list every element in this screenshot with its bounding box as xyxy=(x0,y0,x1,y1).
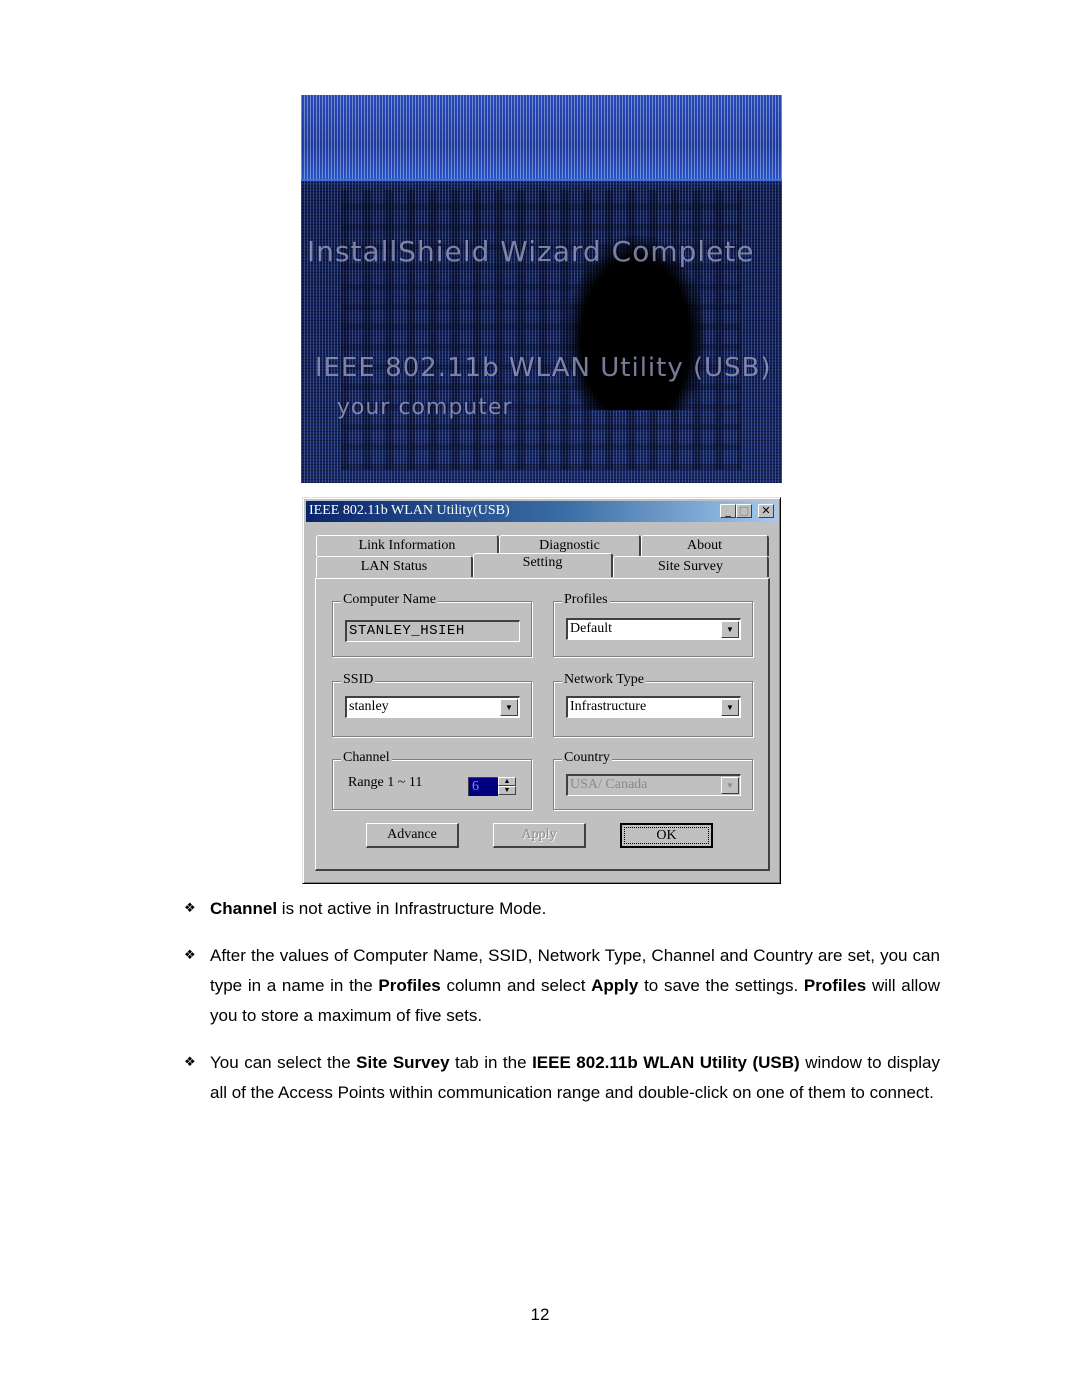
channel-spinner[interactable]: ▲ ▼ xyxy=(498,777,516,796)
diamond-bullet-icon: ❖ xyxy=(184,948,196,963)
chevron-down-icon[interactable]: ▼ xyxy=(721,621,739,638)
window-title: IEEE 802.11b WLAN Utility(USB) xyxy=(309,503,510,518)
channel-group: Channel Range 1 ~ 11 6 ▲ ▼ xyxy=(332,750,532,810)
bullet-profiles-note: ❖ After the values of Computer Name, SSI… xyxy=(184,941,940,1031)
installer-screenshot-image: InstallShield Wizard Complete IEEE 802.1… xyxy=(301,95,782,483)
spin-down-icon[interactable]: ▼ xyxy=(498,786,516,795)
diamond-bullet-icon: ❖ xyxy=(184,1055,196,1070)
bullet-text: to save the settings. xyxy=(638,976,804,995)
network-type-combobox[interactable]: Infrastructure ▼ xyxy=(566,696,741,718)
ok-button[interactable]: OK xyxy=(620,823,713,848)
bold-term: Channel xyxy=(210,899,278,918)
tab-site-survey[interactable]: Site Survey xyxy=(613,556,769,577)
maximize-button[interactable]: □ xyxy=(736,504,752,518)
chevron-down-icon[interactable]: ▼ xyxy=(721,699,739,716)
chevron-down-icon[interactable]: ▼ xyxy=(500,699,518,716)
channel-range-label: Range 1 ~ 11 xyxy=(348,775,423,790)
screenshot-ghost-line: your computer xyxy=(337,395,513,420)
bullet-text: You can select the xyxy=(210,1053,357,1072)
tab-about[interactable]: About xyxy=(641,535,769,556)
country-combobox: USA/ Canada ▼ xyxy=(566,774,741,796)
screenshot-banner xyxy=(301,95,782,181)
bold-term: Profiles xyxy=(803,976,867,995)
bold-term: IEEE 802.11b WLAN Utility (USB) xyxy=(532,1053,800,1072)
profiles-group: Profiles Default ▼ xyxy=(553,592,753,657)
screenshot-ghost-heading: InstallShield Wizard Complete xyxy=(307,235,755,268)
title-bar[interactable]: IEEE 802.11b WLAN Utility(USB) _ □ ✕ xyxy=(306,501,777,522)
diamond-bullet-icon: ❖ xyxy=(184,901,196,916)
ssid-value[interactable]: stanley xyxy=(349,699,389,714)
tab-link-information[interactable]: Link Information xyxy=(316,535,499,556)
country-value: USA/ Canada xyxy=(570,777,648,792)
advance-button[interactable]: Advance xyxy=(366,823,459,848)
screenshot-ghost-line: IEEE 802.11b WLAN Utility (USB) xyxy=(315,353,772,383)
bold-term: Apply xyxy=(591,976,639,995)
bullet-text: column and select xyxy=(440,976,592,995)
computer-name-field: STANLEY_HSIEH xyxy=(345,620,520,642)
channel-label: Channel xyxy=(341,750,392,766)
country-label: Country xyxy=(562,750,612,766)
ssid-label: SSID xyxy=(341,672,376,688)
profiles-value[interactable]: Default xyxy=(570,621,612,636)
bullet-site-survey-note: ❖ You can select the Site Survey tab in … xyxy=(184,1048,940,1108)
bullet-text: tab in the xyxy=(449,1053,533,1072)
wlan-utility-window: IEEE 802.11b WLAN Utility(USB) _ □ ✕ Lin… xyxy=(302,497,781,884)
chevron-down-icon: ▼ xyxy=(721,777,739,794)
page-number: 12 xyxy=(530,1305,550,1324)
bullet-text: is not active in Infrastructure Mode. xyxy=(277,899,547,918)
apply-button: Apply xyxy=(493,823,586,848)
computer-name-label: Computer Name xyxy=(341,592,438,608)
spin-up-icon[interactable]: ▲ xyxy=(498,777,516,786)
country-group: Country USA/ Canada ▼ xyxy=(553,750,753,810)
minimize-button[interactable]: _ xyxy=(720,504,736,518)
profiles-combobox[interactable]: Default ▼ xyxy=(566,618,741,640)
network-type-group: Network Type Infrastructure ▼ xyxy=(553,672,753,737)
channel-spinner-input[interactable]: 6 xyxy=(468,777,498,796)
computer-name-group: Computer Name STANLEY_HSIEH xyxy=(332,592,532,657)
tab-setting[interactable]: Setting xyxy=(473,553,613,577)
bullet-channel-note: ❖ Channel is not active in Infrastructur… xyxy=(184,894,940,924)
close-button[interactable]: ✕ xyxy=(758,504,774,518)
tab-lan-status[interactable]: LAN Status xyxy=(316,556,473,577)
ssid-group: SSID stanley ▼ xyxy=(332,672,532,737)
ok-button-label[interactable]: OK xyxy=(624,827,709,844)
network-type-value[interactable]: Infrastructure xyxy=(570,699,646,714)
ssid-combobox[interactable]: stanley ▼ xyxy=(345,696,520,718)
profiles-label: Profiles xyxy=(562,592,610,608)
bold-term: Profiles xyxy=(378,976,441,995)
network-type-label: Network Type xyxy=(562,672,647,688)
bold-term: Site Survey xyxy=(356,1053,450,1072)
